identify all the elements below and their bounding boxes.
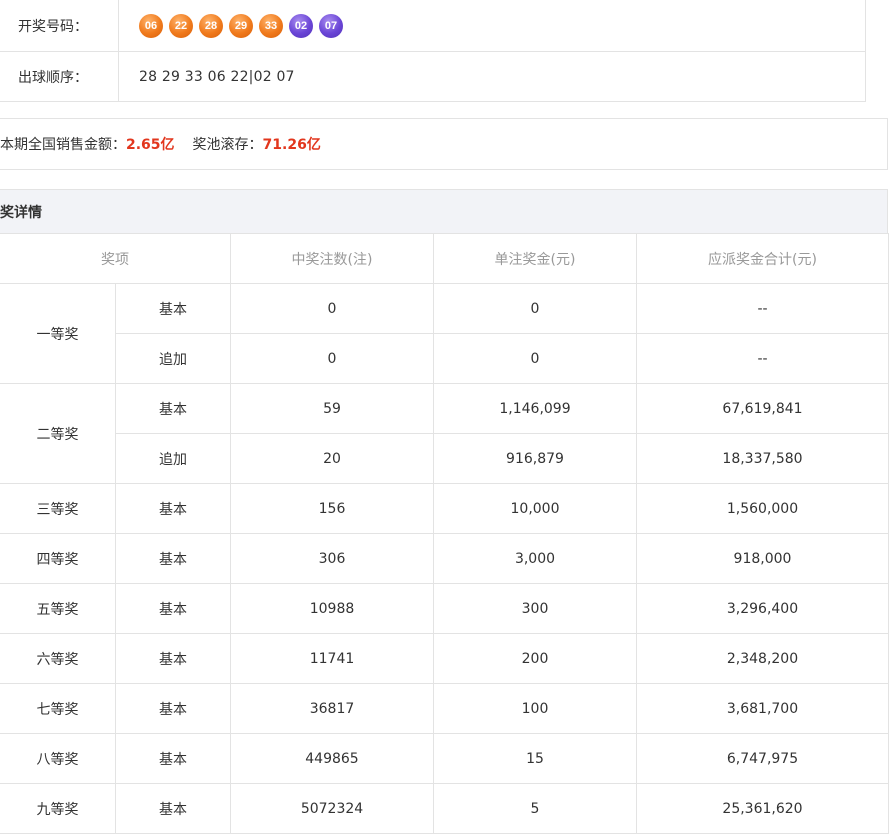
prize-detail-table: 奖项 中奖注数(注) 单注奖金(元) 应派奖金合计(元) 一等奖 基本 0 0 …	[0, 233, 889, 834]
table-row: 追加 0 0 --	[0, 333, 889, 384]
prize-count: 59	[230, 383, 434, 434]
table-row: 七等奖 基本 36817 100 3,681,700	[0, 683, 889, 734]
prize-total: --	[636, 283, 889, 334]
table-header-row: 奖项 中奖注数(注) 单注奖金(元) 应派奖金合计(元)	[0, 233, 889, 284]
prize-count: 0	[230, 283, 434, 334]
prize-detail-title: 奖详情	[0, 189, 888, 233]
table-row: 八等奖 基本 449865 15 6,747,975	[0, 733, 889, 784]
prize-name: 八等奖	[0, 733, 116, 784]
draw-order-value: 28 29 33 06 22|02 07	[139, 69, 295, 85]
draw-order-label: 出球顺序：	[0, 52, 119, 102]
prize-count: 11741	[230, 633, 434, 684]
prize-name: 六等奖	[0, 633, 116, 684]
prize-unit: 300	[433, 583, 637, 634]
prize-type: 基本	[115, 783, 231, 834]
prize-total: 2,348,200	[636, 633, 889, 684]
prize-unit: 10,000	[433, 483, 637, 534]
prize-total: 18,337,580	[636, 433, 889, 484]
table-row: 一等奖 基本 0 0 --	[0, 283, 889, 384]
prize-type: 基本	[115, 583, 231, 634]
table-row: 三等奖 基本 156 10,000 1,560,000	[0, 483, 889, 534]
pool-label: 奖池滚存：	[192, 137, 263, 153]
prize-total: 918,000	[636, 533, 889, 584]
prize-unit: 916,879	[433, 433, 637, 484]
prize-total: 67,619,841	[636, 383, 889, 434]
prize-name: 二等奖	[0, 383, 116, 484]
red-ball: 06	[139, 13, 163, 38]
prize-unit: 15	[433, 733, 637, 784]
prize-total: 25,361,620	[636, 783, 889, 834]
draw-order-row: 出球顺序： 28 29 33 06 22|02 07	[0, 52, 866, 102]
prize-type: 基本	[115, 383, 231, 434]
table-row: 六等奖 基本 11741 200 2,348,200	[0, 633, 889, 684]
prize-name: 五等奖	[0, 583, 116, 634]
table-row: 二等奖 基本 59 1,146,099 67,619,841	[0, 383, 889, 484]
prize-count: 10988	[230, 583, 434, 634]
prize-total: 3,681,700	[636, 683, 889, 734]
prize-type: 基本	[115, 683, 231, 734]
prize-name: 七等奖	[0, 683, 116, 734]
draw-numbers-row: 开奖号码： 06 22 28 29 33 02 07	[0, 0, 866, 52]
prize-unit: 3,000	[433, 533, 637, 584]
prize-unit: 5	[433, 783, 637, 834]
draw-numbers-label: 开奖号码：	[0, 0, 119, 51]
prize-type: 基本	[115, 533, 231, 584]
blue-ball: 07	[319, 13, 343, 38]
prize-type: 基本	[115, 733, 231, 784]
sales-summary: 本期全国销售金额： 2.65亿 奖池滚存： 71.26亿	[0, 118, 888, 170]
sales-label: 本期全国销售金额：	[0, 137, 126, 153]
prize-unit: 100	[433, 683, 637, 734]
header-count: 中奖注数(注)	[230, 233, 434, 284]
prize-name: 一等奖	[0, 283, 116, 384]
table-row: 五等奖 基本 10988 300 3,296,400	[0, 583, 889, 634]
table-row: 四等奖 基本 306 3,000 918,000	[0, 533, 889, 584]
header-item: 奖项	[0, 233, 231, 284]
prize-unit: 0	[433, 283, 637, 334]
prize-unit: 0	[433, 333, 637, 384]
prize-count: 449865	[230, 733, 434, 784]
prize-type: 基本	[115, 633, 231, 684]
prize-unit: 1,146,099	[433, 383, 637, 434]
prize-count: 306	[230, 533, 434, 584]
draw-result-panel: 开奖号码： 06 22 28 29 33 02 07 出球顺序： 28 29 3…	[0, 0, 866, 102]
red-ball: 28	[199, 13, 223, 38]
red-ball: 33	[259, 13, 283, 38]
prize-type: 追加	[115, 333, 231, 384]
header-unit: 单注奖金(元)	[433, 233, 637, 284]
blue-ball: 02	[289, 13, 313, 38]
prize-count: 36817	[230, 683, 434, 734]
red-ball: 29	[229, 13, 253, 38]
prize-type: 基本	[115, 483, 231, 534]
prize-type: 基本	[115, 283, 231, 334]
prize-count: 156	[230, 483, 434, 534]
prize-name: 四等奖	[0, 533, 116, 584]
prize-total: 3,296,400	[636, 583, 889, 634]
prize-count: 5072324	[230, 783, 434, 834]
sales-value: 2.65亿	[126, 137, 175, 153]
prize-name: 三等奖	[0, 483, 116, 534]
prize-unit: 200	[433, 633, 637, 684]
red-ball: 22	[169, 13, 193, 38]
draw-balls: 06 22 28 29 33 02 07	[119, 13, 349, 38]
prize-count: 0	[230, 333, 434, 384]
table-row: 追加 20 916,879 18,337,580	[0, 433, 889, 484]
prize-count: 20	[230, 433, 434, 484]
prize-total: --	[636, 333, 889, 384]
prize-total: 6,747,975	[636, 733, 889, 784]
pool-value: 71.26亿	[262, 137, 321, 153]
table-row: 九等奖 基本 5072324 5 25,361,620	[0, 783, 889, 834]
header-total: 应派奖金合计(元)	[636, 233, 889, 284]
prize-total: 1,560,000	[636, 483, 889, 534]
prize-type: 追加	[115, 433, 231, 484]
prize-name: 九等奖	[0, 783, 116, 834]
